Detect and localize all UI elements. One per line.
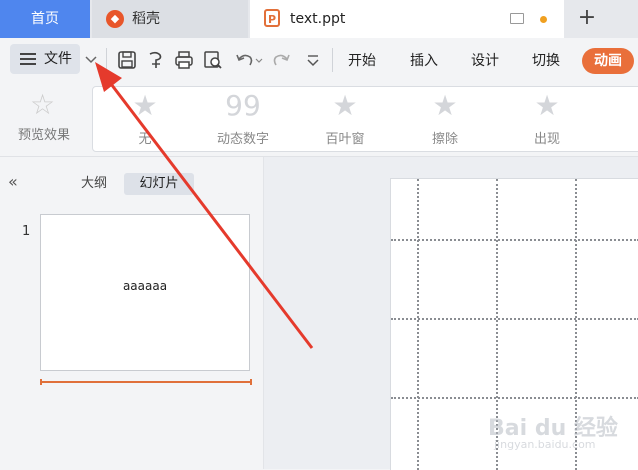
save-icon[interactable]: [117, 50, 137, 70]
tab-slides[interactable]: 幻灯片: [124, 173, 194, 195]
menu-animation[interactable]: 动画: [582, 48, 634, 74]
menu-start[interactable]: 开始: [348, 50, 376, 72]
watermark-url: jingyan.baidu.com: [494, 438, 596, 451]
effect-label: 百叶窗: [325, 132, 365, 147]
effect-appear[interactable]: ★ 出现: [502, 90, 592, 148]
effect-wipe[interactable]: ★ 擦除: [400, 90, 490, 148]
daoke-logo-icon: ◆: [106, 10, 124, 28]
file-menu-label: 文件: [44, 51, 72, 67]
format-painter-icon[interactable]: [146, 50, 166, 70]
collapse-icon[interactable]: «: [8, 172, 18, 191]
grid-line: [391, 397, 638, 399]
effect-label: 动态数字: [216, 132, 269, 147]
undo-icon[interactable]: [234, 50, 264, 70]
slide-number: 1: [22, 224, 31, 239]
divider: [106, 48, 107, 72]
tab-outline[interactable]: 大纲: [72, 173, 116, 195]
preview-effect-label: 预览效果: [17, 128, 70, 143]
menu-transition[interactable]: 切换: [532, 50, 560, 72]
effect-label: 出现: [533, 132, 560, 147]
monitor-icon[interactable]: [510, 13, 524, 24]
print-icon[interactable]: [174, 50, 194, 70]
tab-document-label: text.ppt: [290, 11, 346, 27]
slide-thumbnail[interactable]: aaaaaa: [40, 214, 250, 371]
ppt-file-icon: P: [264, 9, 280, 27]
star-icon: ★: [332, 89, 358, 122]
chevron-down-icon[interactable]: [82, 50, 100, 70]
file-menu-button[interactable]: 文件: [10, 44, 80, 74]
star-icon: ★: [132, 89, 158, 122]
star-icon: ☆: [30, 88, 56, 121]
menu-insert[interactable]: 插入: [410, 50, 438, 72]
effect-dynamic-number[interactable]: 99 动态数字: [198, 90, 288, 148]
number-icon: 99: [225, 89, 261, 122]
effect-blinds[interactable]: ★ 百叶窗: [300, 90, 390, 148]
tab-document[interactable]: P text.ppt: [250, 0, 564, 38]
tab-home[interactable]: 首页: [0, 0, 90, 38]
grid-line: [391, 318, 638, 320]
grid-line: [417, 179, 419, 470]
watermark: Bai du 经验 jingyan.baidu.com: [488, 410, 638, 460]
effect-label: 擦除: [431, 132, 458, 147]
divider: [332, 48, 333, 72]
preview-effect-button[interactable]: ☆ 预览效果: [6, 88, 82, 150]
star-icon: ★: [534, 89, 560, 122]
tab-daoke[interactable]: ◆ 稻壳: [92, 0, 248, 38]
hamburger-icon: [20, 53, 36, 65]
tab-daoke-label: 稻壳: [132, 11, 160, 27]
print-preview-icon[interactable]: [203, 50, 223, 70]
new-tab-button[interactable]: +: [570, 0, 604, 38]
star-icon: ★: [432, 89, 458, 122]
effect-label: 无: [138, 132, 152, 147]
unsaved-dot-icon: [540, 16, 547, 23]
grid-line: [391, 239, 638, 241]
insert-position-line: [40, 379, 252, 385]
more-icon[interactable]: [303, 50, 323, 70]
redo-icon[interactable]: [272, 50, 292, 70]
slide-thumbnail-text: aaaaaa: [122, 279, 168, 293]
effect-none[interactable]: ★ 无: [100, 90, 190, 148]
menu-design[interactable]: 设计: [471, 50, 499, 72]
